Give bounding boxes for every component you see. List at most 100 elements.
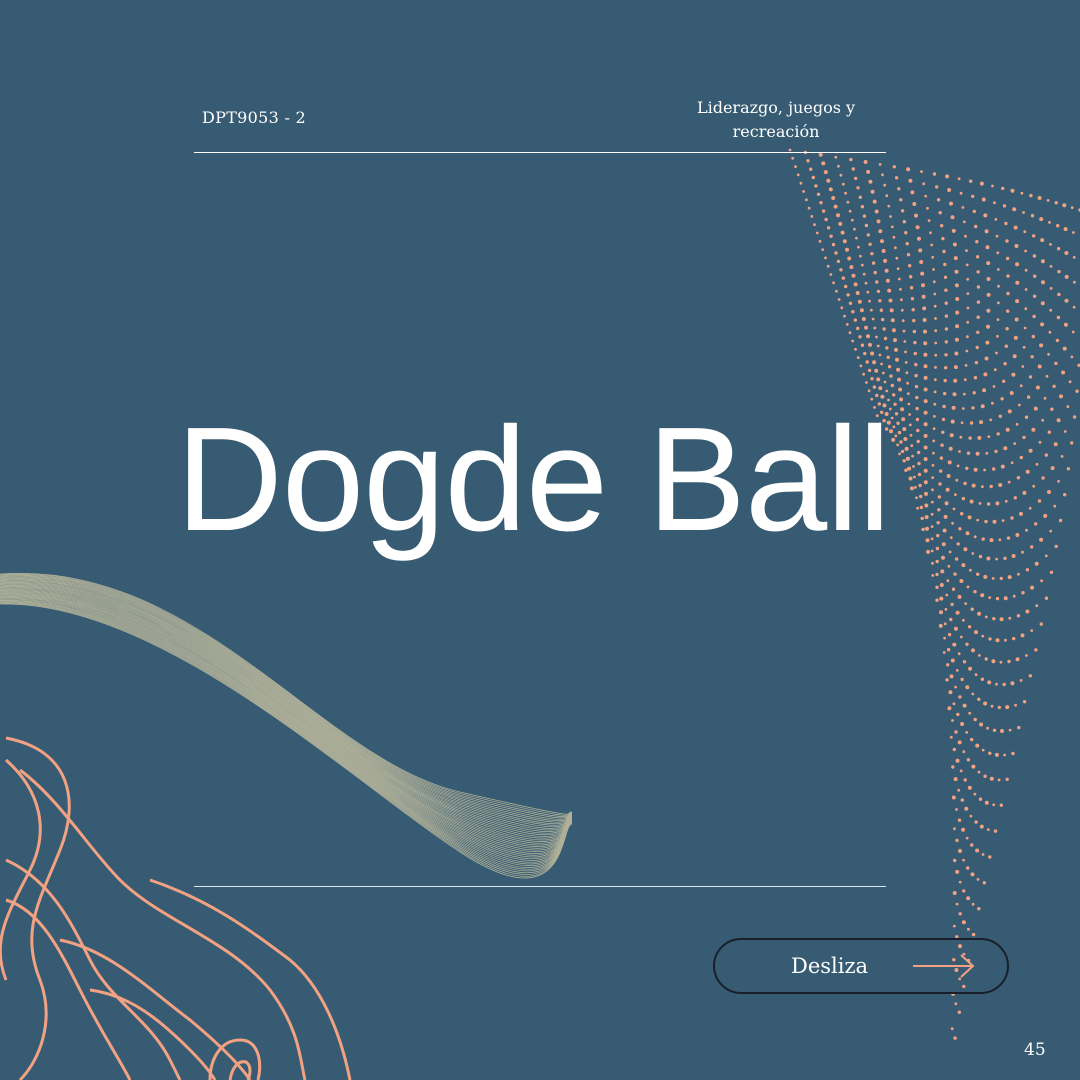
dot — [931, 464, 935, 467]
dot — [881, 173, 884, 177]
dot — [949, 674, 954, 679]
dot — [1050, 407, 1054, 411]
dot — [961, 563, 966, 568]
dot — [939, 469, 943, 473]
wave-line — [0, 592, 573, 852]
dot — [916, 439, 920, 444]
dot — [955, 808, 958, 811]
dot — [1062, 346, 1067, 351]
dot — [961, 827, 966, 832]
dot — [976, 270, 980, 274]
swipe-button[interactable]: Desliza — [713, 938, 1009, 994]
dot — [1061, 370, 1066, 375]
dot — [944, 327, 949, 331]
dot — [939, 610, 943, 615]
dot — [924, 503, 929, 508]
dot — [952, 747, 956, 752]
dot — [974, 820, 978, 824]
dot — [1072, 305, 1076, 309]
dot — [1030, 585, 1035, 590]
dot — [926, 549, 931, 554]
dot — [896, 367, 901, 372]
dot — [878, 386, 883, 391]
dot — [1013, 442, 1017, 445]
dot — [1002, 682, 1006, 687]
dot — [970, 872, 975, 877]
dot — [905, 371, 909, 375]
dot — [889, 308, 894, 313]
dot — [1012, 636, 1016, 641]
dot — [912, 329, 917, 334]
dot — [975, 743, 980, 748]
dot — [899, 288, 902, 291]
dot — [871, 317, 875, 321]
dot — [984, 356, 989, 361]
dot — [976, 300, 981, 304]
dot — [969, 568, 972, 572]
dot — [912, 202, 917, 206]
dot — [899, 397, 904, 402]
dot — [915, 417, 920, 422]
dot — [914, 486, 917, 489]
dot — [971, 406, 975, 410]
dot — [865, 381, 868, 384]
dot — [942, 249, 946, 254]
dot — [973, 467, 978, 472]
dot — [891, 328, 896, 333]
dot — [1015, 422, 1019, 426]
dot — [1032, 314, 1036, 319]
dot — [1056, 315, 1061, 320]
dot — [898, 452, 901, 456]
dot — [939, 583, 944, 587]
dot — [945, 593, 949, 597]
dot — [860, 205, 865, 209]
dot — [860, 263, 864, 267]
dot — [1019, 384, 1023, 388]
dot — [955, 478, 959, 482]
dot — [1015, 280, 1020, 285]
dot — [974, 673, 978, 677]
dot — [992, 803, 996, 807]
dot — [959, 769, 963, 773]
dot — [983, 372, 988, 377]
dot — [904, 350, 907, 354]
dot — [999, 617, 1004, 622]
contour-line — [228, 1060, 252, 1080]
dot — [980, 593, 985, 598]
dot — [796, 173, 800, 177]
dot — [892, 165, 896, 169]
dot — [894, 176, 899, 180]
dot — [922, 318, 927, 322]
wave-line — [0, 574, 573, 818]
wave-lines-decoration — [0, 572, 573, 879]
dot — [1012, 207, 1017, 212]
dot — [848, 301, 853, 305]
dot — [1049, 308, 1053, 312]
dot — [963, 481, 967, 486]
dot — [1004, 638, 1007, 642]
dot — [1019, 679, 1023, 682]
dot — [948, 446, 953, 451]
dot — [949, 433, 954, 438]
dot — [914, 384, 919, 389]
dot — [971, 692, 975, 696]
dot — [997, 284, 1000, 288]
dot — [899, 198, 903, 202]
dot — [986, 726, 989, 730]
dot — [873, 270, 877, 275]
dot — [954, 351, 959, 356]
dot — [1039, 217, 1044, 222]
dot — [814, 184, 818, 188]
wave-line — [0, 578, 573, 825]
dot — [841, 182, 845, 186]
dot — [1023, 326, 1027, 330]
dot — [1049, 243, 1052, 246]
dot — [1017, 572, 1020, 576]
dot — [977, 770, 981, 774]
dot — [874, 368, 879, 373]
dot — [867, 368, 872, 373]
dot — [944, 353, 948, 357]
dot — [888, 298, 893, 303]
dot — [944, 340, 948, 344]
dot — [907, 466, 912, 471]
